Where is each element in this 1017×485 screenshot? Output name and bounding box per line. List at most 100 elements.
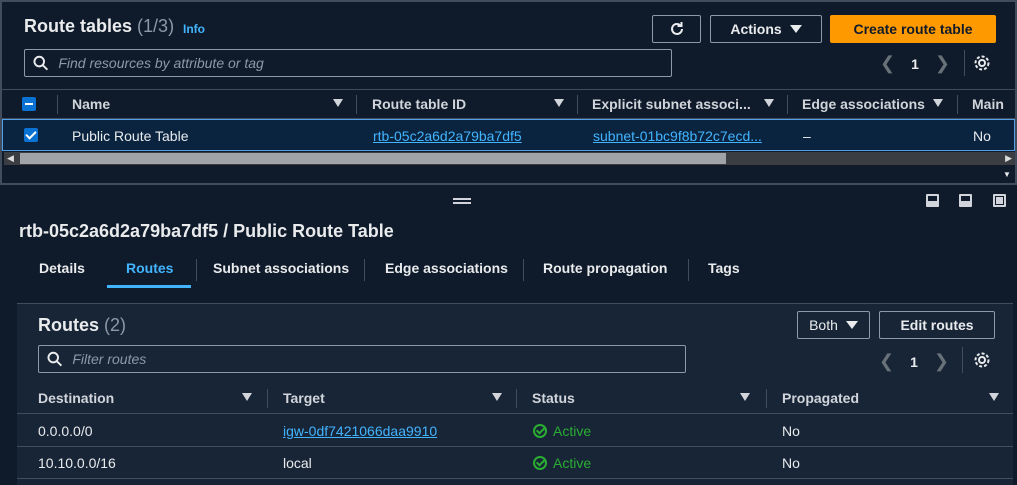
column-header-status[interactable]: Status: [532, 384, 750, 412]
column-header-destination[interactable]: Destination: [38, 384, 252, 412]
detail-title: rtb-05c2a6d2a79ba7df5 / Public Route Tab…: [19, 221, 394, 241]
search-icon: [33, 55, 49, 71]
tab-divider: [523, 259, 524, 281]
route-search-input[interactable]: [72, 351, 685, 367]
caret-down-icon: [789, 24, 802, 33]
page-title: Route tables (1/3): [24, 16, 174, 37]
routes-title: Routes (2): [38, 315, 126, 336]
subnet-link[interactable]: subnet-01bc9f8b72c7ecd...: [593, 128, 762, 144]
refresh-button[interactable]: [652, 15, 701, 43]
cell-main: No: [973, 128, 991, 144]
page-title-text: Route tables: [24, 16, 133, 36]
tab-subnet-associations[interactable]: Subnet associations: [213, 260, 349, 276]
tab-edge-associations[interactable]: Edge associations: [385, 260, 508, 276]
column-header-name[interactable]: Name: [72, 90, 343, 118]
tab-divider: [364, 259, 365, 281]
route-search-field[interactable]: [38, 345, 686, 373]
routes-title-text: Routes: [38, 315, 100, 335]
page-number[interactable]: 1: [911, 56, 919, 72]
sort-caret-icon: [242, 393, 252, 401]
search-input[interactable]: [58, 55, 671, 71]
column-header-target[interactable]: Target: [283, 384, 502, 412]
column-label: Status: [532, 390, 575, 406]
routes-count: (2): [104, 315, 127, 335]
panel-full-icon[interactable]: [993, 194, 1006, 207]
settings-gear-icon[interactable]: [973, 54, 991, 72]
tab-tags[interactable]: Tags: [708, 260, 740, 276]
column-header-main[interactable]: Main: [972, 90, 1012, 118]
detail-tabs: Details Routes Subnet associations Edge …: [19, 254, 999, 288]
status-badge: Active: [533, 455, 591, 471]
divider: [964, 50, 965, 76]
scroll-left-icon[interactable]: ◀: [7, 152, 14, 165]
refresh-icon: [670, 22, 683, 35]
route-table-id-link[interactable]: rtb-05c2a6d2a79ba7df5: [373, 128, 522, 144]
chevron-left-icon[interactable]: ❮: [880, 53, 895, 74]
search-field[interactable]: [24, 49, 672, 77]
status-badge: Active: [533, 423, 591, 439]
column-divider: [577, 95, 578, 114]
sort-caret-icon: [989, 393, 999, 401]
column-divider: [766, 389, 767, 408]
column-header-edge[interactable]: Edge associations: [802, 90, 943, 118]
table-row[interactable]: Public Route Table rtb-05c2a6d2a79ba7df5…: [2, 119, 1015, 151]
chevron-right-icon[interactable]: ❯: [934, 351, 949, 372]
split-divider[interactable]: [0, 183, 1017, 185]
sort-caret-icon: [554, 99, 564, 107]
column-label: Propagated: [782, 390, 860, 406]
drag-handle-icon[interactable]: [453, 198, 471, 204]
sort-caret-icon: [492, 393, 502, 401]
sort-caret-icon: [740, 393, 750, 401]
scroll-right-icon[interactable]: ▶: [1005, 152, 1012, 165]
tab-details[interactable]: Details: [39, 260, 85, 276]
column-header-subnet[interactable]: Explicit subnet associ...: [592, 90, 774, 118]
cell-destination: 10.10.0.0/16: [38, 455, 116, 471]
target-link[interactable]: igw-0df7421066daa9910: [283, 423, 437, 439]
tab-route-propagation[interactable]: Route propagation: [543, 260, 667, 276]
status-text: Active: [553, 455, 592, 471]
edit-routes-button[interactable]: Edit routes: [879, 311, 995, 339]
column-label: Edge associations: [802, 96, 925, 112]
chevron-right-icon[interactable]: ❯: [935, 53, 950, 74]
create-route-table-button[interactable]: Create route table: [830, 15, 996, 43]
cell-edge: –: [803, 128, 811, 144]
column-divider: [356, 95, 357, 114]
tab-routes[interactable]: Routes: [126, 260, 173, 276]
scrollbar-thumb[interactable]: [20, 153, 726, 164]
cell-propagated: No: [782, 423, 800, 439]
check-circle-icon: [533, 424, 547, 438]
sort-caret-icon: [933, 99, 943, 107]
sort-caret-icon: [764, 99, 774, 107]
search-icon: [47, 351, 63, 367]
column-divider: [957, 95, 958, 114]
divider: [962, 347, 963, 373]
info-link[interactable]: Info: [183, 22, 205, 36]
column-header-route-table-id[interactable]: Route table ID: [372, 90, 564, 118]
routes-pagination: ❮ 1 ❯: [879, 351, 949, 372]
column-label: Main: [972, 96, 1004, 112]
pagination: ❮ 1 ❯: [880, 53, 950, 74]
chevron-left-icon[interactable]: ❮: [879, 351, 894, 372]
table-row: 10.10.0.0/16 local Active No: [17, 447, 1013, 479]
column-label: Explicit subnet associ...: [592, 96, 751, 112]
table-header: Name Route table ID Explicit subnet asso…: [2, 89, 1015, 119]
actions-button[interactable]: Actions: [710, 15, 822, 43]
sort-caret-icon: [333, 99, 343, 107]
column-divider: [57, 95, 58, 114]
page-number[interactable]: 1: [910, 354, 918, 370]
check-circle-icon: [533, 456, 547, 470]
horizontal-scrollbar[interactable]: ◀ ▶: [4, 152, 1015, 165]
settings-gear-icon[interactable]: [973, 351, 991, 369]
panel-bottom-icon[interactable]: [926, 194, 939, 207]
actions-label: Actions: [730, 21, 782, 37]
panel-side-icon[interactable]: [959, 194, 972, 207]
cell-propagated: No: [782, 455, 800, 471]
column-header-propagated[interactable]: Propagated: [782, 384, 999, 412]
select-all-checkbox[interactable]: [22, 97, 36, 111]
tab-divider: [196, 259, 197, 281]
cell-name: Public Route Table: [72, 128, 189, 144]
row-checkbox[interactable]: [24, 128, 38, 142]
selection-count: (1/3): [137, 16, 175, 36]
route-filter-select[interactable]: Both: [797, 311, 870, 339]
scroll-down-icon[interactable]: ▼: [1003, 170, 1011, 179]
